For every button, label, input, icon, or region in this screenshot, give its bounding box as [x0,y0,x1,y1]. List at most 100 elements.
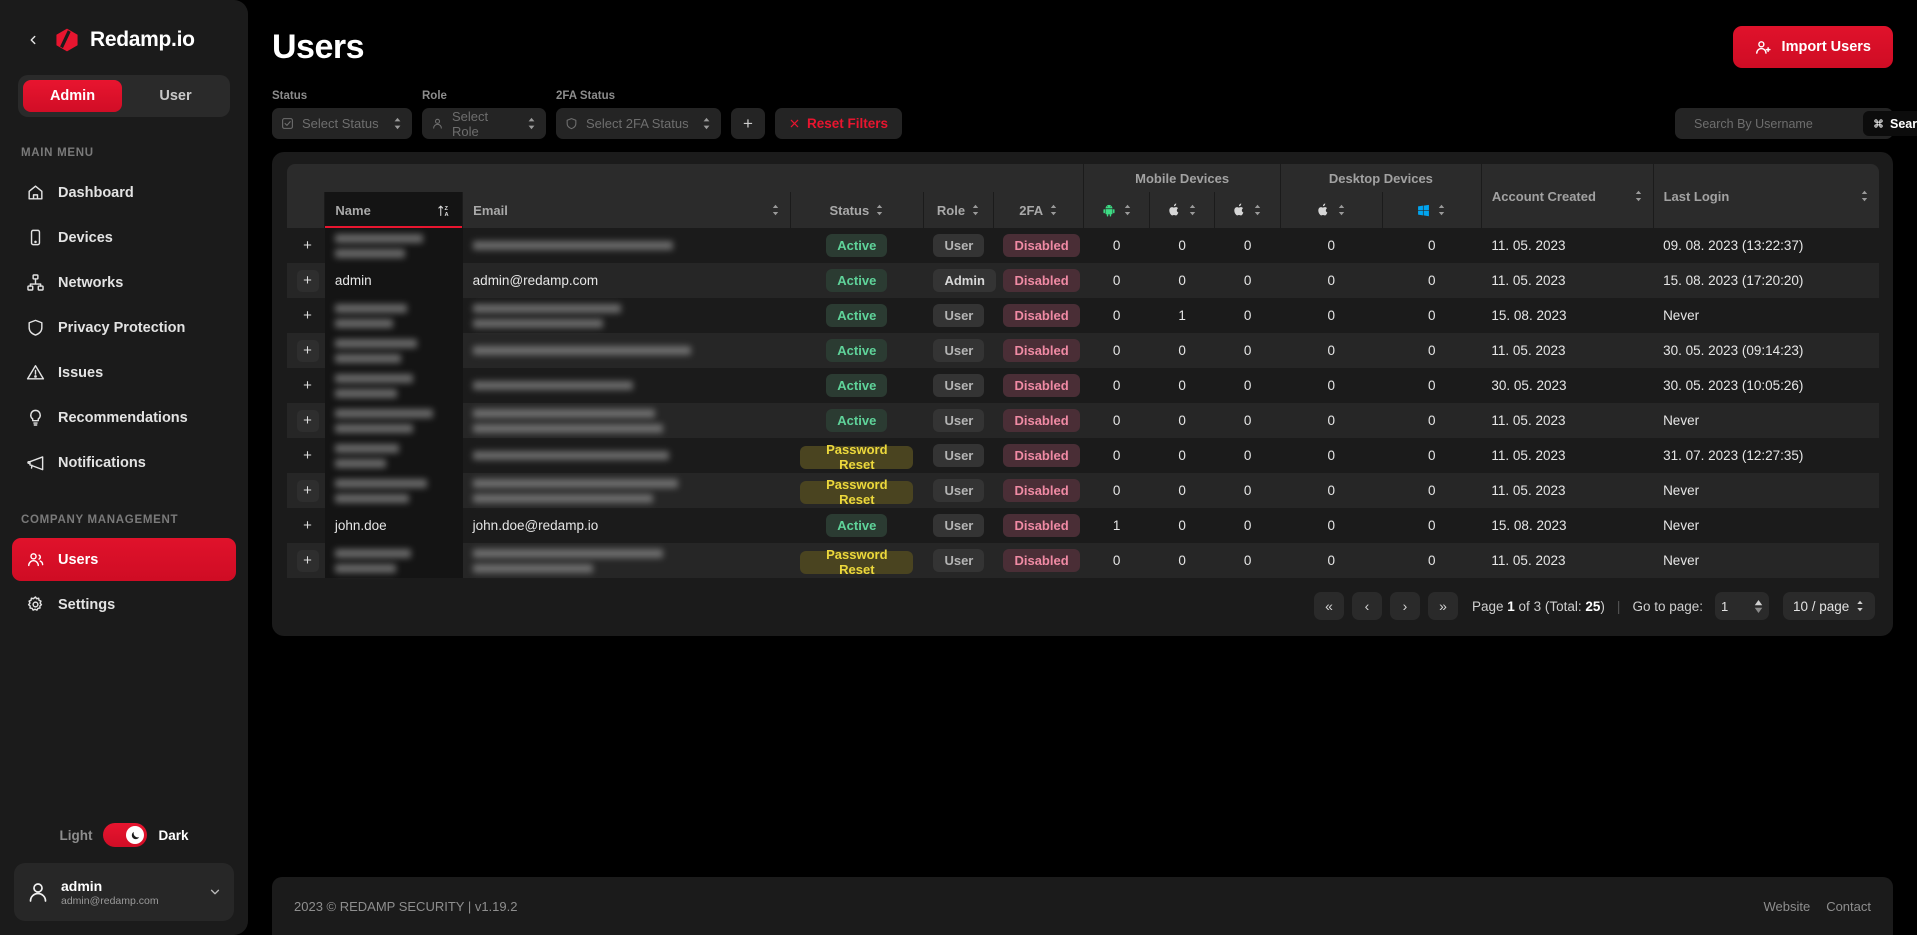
column-header-account-created[interactable]: Account Created [1480,164,1654,228]
column-header-mobile-apple-1[interactable] [1148,192,1215,228]
expand-row-button[interactable]: + [297,515,319,537]
column-header-desktop-windows[interactable] [1381,192,1482,228]
sort-za-icon[interactable]: Z A [437,203,452,218]
table-row[interactable]: + Active User Disabled 0 0 0 0 0 11. 05. 2023 Neve… [286,403,1879,438]
cell-status: Active [790,228,923,263]
goto-page-stepper[interactable] [1715,592,1769,620]
first-page-button[interactable]: « [1313,592,1344,620]
chevron-updown-icon[interactable] [392,117,403,130]
role-option-user[interactable]: User [126,80,225,112]
table-row[interactable]: + Password Reset User Disabled 0 0 0 0 0 11. 05. … [286,438,1879,473]
cell-desktop-windows: 0 [1427,413,1436,428]
twofa-filter-dropdown[interactable]: Select 2FA Status [556,108,721,139]
expand-row-button[interactable]: + [296,269,319,292]
search-input[interactable] [1694,116,1855,131]
column-header-desktop-apple[interactable] [1279,192,1383,228]
sort-icon[interactable] [1634,190,1643,202]
column-header-mobile-android[interactable] [1083,192,1150,228]
chevron-updown-icon[interactable] [526,117,537,130]
reset-filters-button[interactable]: Reset Filters [775,108,903,139]
prev-page-button[interactable]: ‹ [1351,592,1382,620]
table-row[interactable]: + Password Reset User Disabled 0 0 0 0 0 11. 05. … [286,543,1879,578]
sort-icon[interactable] [875,204,884,216]
sort-icon[interactable] [1123,204,1132,216]
expand-row-button[interactable]: + [297,235,319,257]
chevron-down-icon[interactable] [208,885,222,899]
column-header-mobile-apple-2[interactable] [1214,192,1281,228]
sort-icon[interactable] [1337,204,1346,216]
footer-link-contact[interactable]: Contact [1826,899,1871,914]
status-filter-dropdown[interactable]: Select Status [272,108,412,139]
role-badge: User [933,479,985,502]
table-row[interactable]: + john.doe john.doe@redamp.io Active User Dis… [286,508,1879,543]
sidebar-item-notifications[interactable]: Notifications [12,441,236,484]
sidebar-item-issues[interactable]: Issues [12,351,236,394]
column-header-status[interactable]: Status [789,192,924,228]
lightbulb-icon [30,409,41,426]
next-page-button[interactable]: › [1389,592,1420,620]
footer-link-website[interactable]: Website [1763,899,1810,914]
role-badge: User [933,234,985,257]
sidebar-item-settings[interactable]: Settings [12,583,236,626]
role-toggle[interactable]: Admin User [18,75,230,117]
table-row[interactable]: + Active User Disabled 0 0 0 0 0 30. 05. 2023 30. … [286,368,1879,403]
sidebar-item-devices[interactable]: Devices [12,216,236,259]
chevron-updown-icon[interactable] [701,117,712,130]
sort-icon[interactable] [1253,204,1262,216]
sidebar-item-networks[interactable]: Networks [12,261,236,304]
role-filter-dropdown[interactable]: Select Role [422,108,546,139]
sidebar-item-recommendations[interactable]: Recommendations [12,396,236,439]
stepper-arrows[interactable] [1754,599,1763,613]
sidebar-item-dashboard[interactable]: Dashboard [12,171,236,214]
sort-icon[interactable] [771,204,780,216]
chevron-down-icon[interactable] [1754,607,1763,613]
expand-row-button[interactable]: + [296,339,319,362]
table-row[interactable]: + Active User Disabled 0 1 0 0 0 15. 08. 2023 Neve… [286,298,1879,333]
device-icon [30,229,41,246]
expand-row-button[interactable]: + [297,375,319,397]
goto-page-label: Go to page: [1632,598,1703,614]
per-page-dropdown[interactable]: 10 / page [1783,592,1875,620]
theme-label-dark: Dark [158,827,189,843]
sort-icon[interactable] [971,204,980,216]
table-row[interactable]: + admin admin@redamp.com Active Admin Disable… [286,263,1879,298]
role-option-admin[interactable]: Admin [23,80,122,112]
column-header-email[interactable]: Email [462,192,791,228]
sidebar-item-privacy-protection[interactable]: Privacy Protection [12,306,236,349]
sidebar-item-users[interactable]: Users [12,538,236,581]
table-row[interactable]: + Active User Disabled 0 0 0 0 0 11. 05. 2023 30. … [286,333,1879,368]
expand-row-button[interactable]: + [296,549,319,572]
cell-desktop-windows: 0 [1427,483,1436,498]
expand-row-button[interactable]: + [296,409,319,432]
theme-toggle-switch[interactable] [103,823,148,847]
status-badge: Active [826,409,888,432]
profile-card[interactable]: admin admin@redamp.com [14,863,234,921]
import-users-button[interactable]: Import Users [1732,26,1893,68]
role-badge: Admin [933,269,996,292]
redacted-email [472,378,781,393]
last-page-button[interactable]: » [1427,592,1458,620]
column-header-last-login[interactable]: Last Login [1652,164,1879,228]
cell-account-created: 11. 05. 2023 [1491,413,1566,428]
sort-icon[interactable] [1049,204,1058,216]
expand-row-button[interactable]: + [297,305,319,327]
chevron-left-icon[interactable] [22,29,44,51]
column-header-2fa[interactable]: 2FA [992,192,1084,228]
chevron-up-icon[interactable] [1754,599,1763,606]
column-header-role[interactable]: Role [922,192,994,228]
expand-row-button[interactable]: + [297,445,319,467]
expand-row-button[interactable]: + [296,479,319,502]
add-filter-button[interactable]: + [731,108,765,139]
expand-cell: + [287,368,325,403]
sidebar-item-label: Privacy Protection [58,319,186,336]
per-page-value: 10 / page [1793,598,1850,614]
goto-page-input[interactable] [1721,598,1749,614]
sort-icon[interactable] [1188,204,1197,216]
table-row[interactable]: + Password Reset User Disabled 0 0 0 0 0 11. 05. … [286,473,1879,508]
sort-icon[interactable] [1437,204,1446,216]
chevron-updown-icon[interactable] [1855,600,1865,612]
column-header-name[interactable]: Name Z A [324,192,463,228]
table-row[interactable]: + Active User Disabled 0 0 0 0 0 11. 05. 2023 09. … [286,228,1879,263]
sort-icon[interactable] [1860,190,1869,202]
search-button[interactable]: Search [1863,111,1917,136]
